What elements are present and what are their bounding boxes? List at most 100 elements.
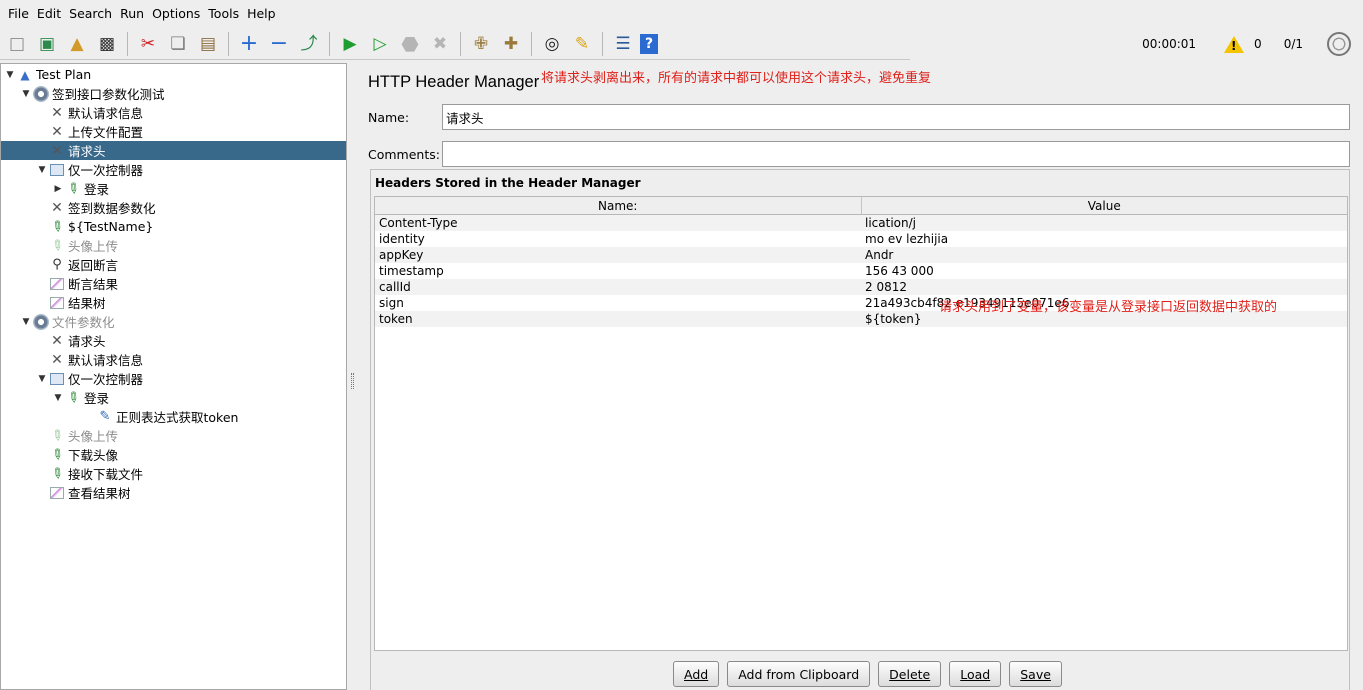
header-value-cell[interactable]: mo ev lezhijia (861, 231, 1347, 247)
comments-field[interactable] (442, 141, 1350, 167)
tree-node[interactable]: ✕ 签到数据参数化 (1, 198, 346, 217)
tree-node[interactable]: ✎ 接收下载文件 (1, 464, 346, 484)
header-value-cell[interactable]: Andr (861, 247, 1347, 263)
add-from-clipboard-button[interactable]: Add from Clipboard (727, 661, 871, 687)
doc-icon: ✎ (99, 409, 111, 424)
stop-icon[interactable]: ⬣ (397, 31, 423, 57)
tree-node[interactable]: ✎ 头像上传 (1, 236, 346, 256)
tree-toggle-icon[interactable]: ▼ (21, 317, 31, 327)
delete-button-label: Delete (889, 666, 931, 682)
table-row[interactable]: Content-Type lication/j (375, 215, 1347, 231)
tree-node[interactable]: ▼ 仅一次控制器 (1, 160, 346, 179)
new-icon[interactable]: □ (4, 31, 30, 57)
cut-icon[interactable]: ✂ (135, 31, 161, 57)
tree-node-label: 请求头 (68, 334, 106, 349)
tree-node[interactable]: ✕ 上传文件配置 (1, 122, 346, 141)
menu-tools[interactable]: Tools (204, 6, 243, 21)
tree-node[interactable]: ✎ 正则表达式获取token (1, 407, 346, 426)
tree-node[interactable]: ✎ 下载头像 (1, 444, 346, 465)
tree-node[interactable]: ▼ 仅一次控制器 (1, 369, 346, 388)
annotation-top: 将请求头剥离出来，所有的请求中都可以使用这个请求头，避免重复 (541, 71, 932, 86)
tree-node[interactable]: ▼ ▲ Test Plan (1, 65, 346, 84)
header-value-cell[interactable]: 2 0812 (861, 279, 1347, 295)
header-name-cell[interactable]: appKey (375, 247, 861, 263)
function-helper-icon[interactable]: ☰ (610, 31, 636, 57)
tree-node[interactable]: 查看结果树 (1, 483, 346, 502)
header-name-cell[interactable]: identity (375, 231, 861, 247)
binoculars-icon[interactable]: ◎ (539, 31, 565, 57)
save-button[interactable]: Save (1009, 661, 1062, 687)
table-row[interactable]: identity mo ev lezhijia (375, 231, 1347, 247)
templates-icon[interactable]: ▣ (34, 31, 60, 57)
tree-node[interactable]: ▼ 签到接口参数化测试 (1, 84, 346, 103)
table-row[interactable]: timestamp 156 43 000 (375, 263, 1347, 279)
tree-node[interactable]: 结果树 (1, 293, 346, 312)
splitter-grip[interactable] (351, 373, 354, 389)
tree-node-label: 仅一次控制器 (68, 163, 144, 178)
header-value-cell[interactable]: 156 43 000 (861, 263, 1347, 279)
save-icon[interactable]: ▩ (94, 31, 120, 57)
header-name-cell[interactable]: sign (375, 295, 861, 311)
copy-icon[interactable]: ❏ (165, 31, 191, 57)
pane-splitter[interactable] (348, 63, 357, 690)
collapse-icon[interactable]: − (266, 31, 292, 57)
tree-node[interactable]: 断言结果 (1, 274, 346, 293)
clear-all-icon[interactable]: ✚ (498, 31, 524, 57)
tree-node[interactable]: ✕ 请求头 (1, 141, 346, 160)
menu-file[interactable]: File (4, 6, 33, 21)
tree-node[interactable]: ✕ 默认请求信息 (1, 350, 346, 369)
warning-count: 0 (1254, 37, 1262, 51)
table-row[interactable]: appKey Andr (375, 247, 1347, 263)
delete-button[interactable]: Delete (878, 661, 942, 687)
column-header-value[interactable]: Value (860, 197, 1348, 214)
headers-title: Headers Stored in the Header Manager (375, 176, 641, 190)
header-name-cell[interactable]: callId (375, 279, 861, 295)
header-name-cell[interactable]: token (375, 311, 861, 327)
table-row[interactable]: callId 2 0812 (375, 279, 1347, 295)
open-icon[interactable]: ▲ (64, 31, 90, 57)
tree-node[interactable]: ▶ ✎ 登录 (1, 179, 346, 199)
tree-toggle-icon[interactable]: ▼ (37, 165, 47, 175)
tree-node[interactable]: ✕ 默认请求信息 (1, 103, 346, 122)
menu-help[interactable]: Help (243, 6, 280, 21)
remote-engines-icon[interactable] (1327, 32, 1351, 56)
tree-node[interactable]: ⚲ 返回断言 (1, 255, 346, 274)
header-name-cell[interactable]: timestamp (375, 263, 861, 279)
expand-icon[interactable]: + (236, 31, 262, 57)
tree-node[interactable]: ▼ ✎ 登录 (1, 388, 346, 408)
load-button[interactable]: Load (949, 661, 1002, 687)
tree-node[interactable]: ✕ 请求头 (1, 331, 346, 350)
menu-edit[interactable]: Edit (33, 6, 65, 21)
start-icon[interactable]: ▶ (337, 31, 363, 57)
tree-node-label: 头像上传 (68, 429, 119, 444)
menu-run[interactable]: Run (116, 6, 148, 21)
tree-toggle-icon[interactable]: ▼ (37, 374, 47, 384)
menu-bar: File Edit Search Run Options Tools Help (0, 0, 1363, 26)
paste-icon[interactable]: ▤ (195, 31, 221, 57)
menu-search[interactable]: Search (65, 6, 116, 21)
help-icon[interactable]: ? (640, 34, 658, 54)
menu-options[interactable]: Options (148, 6, 204, 21)
tree-node[interactable]: ✎ ${TestName} (1, 217, 346, 237)
add-button[interactable]: Add (673, 661, 720, 687)
tree-node-label: 上传文件配置 (68, 125, 144, 140)
warning-icon[interactable] (1224, 35, 1245, 53)
header-value-cell[interactable]: lication/j (861, 215, 1347, 231)
controller-icon (49, 371, 65, 387)
tree-node[interactable]: ▼ 文件参数化 (1, 312, 346, 331)
headers-group: Headers Stored in the Header Manager Nam… (370, 169, 1350, 690)
name-field[interactable] (442, 104, 1350, 130)
column-header-name[interactable]: Name: (375, 197, 861, 214)
header-name-cell[interactable]: Content-Type (375, 215, 861, 231)
sampler-icon: ✎ (47, 444, 67, 465)
tree-toggle-icon[interactable]: ▼ (5, 70, 15, 80)
reset-search-icon[interactable]: ✎ (569, 31, 595, 57)
start-no-pauses-icon[interactable]: ▷ (367, 31, 393, 57)
shutdown-icon[interactable]: ✖ (427, 31, 453, 57)
clear-icon[interactable]: ✙ (468, 31, 494, 57)
tree-toggle-icon[interactable]: ▼ (21, 89, 31, 99)
sampler-icon: ✎ (47, 425, 67, 446)
toggle-icon[interactable]: ⤴ (296, 31, 322, 57)
tree-node[interactable]: ✎ 头像上传 (1, 425, 346, 446)
tree-node-label: 默认请求信息 (68, 106, 144, 121)
